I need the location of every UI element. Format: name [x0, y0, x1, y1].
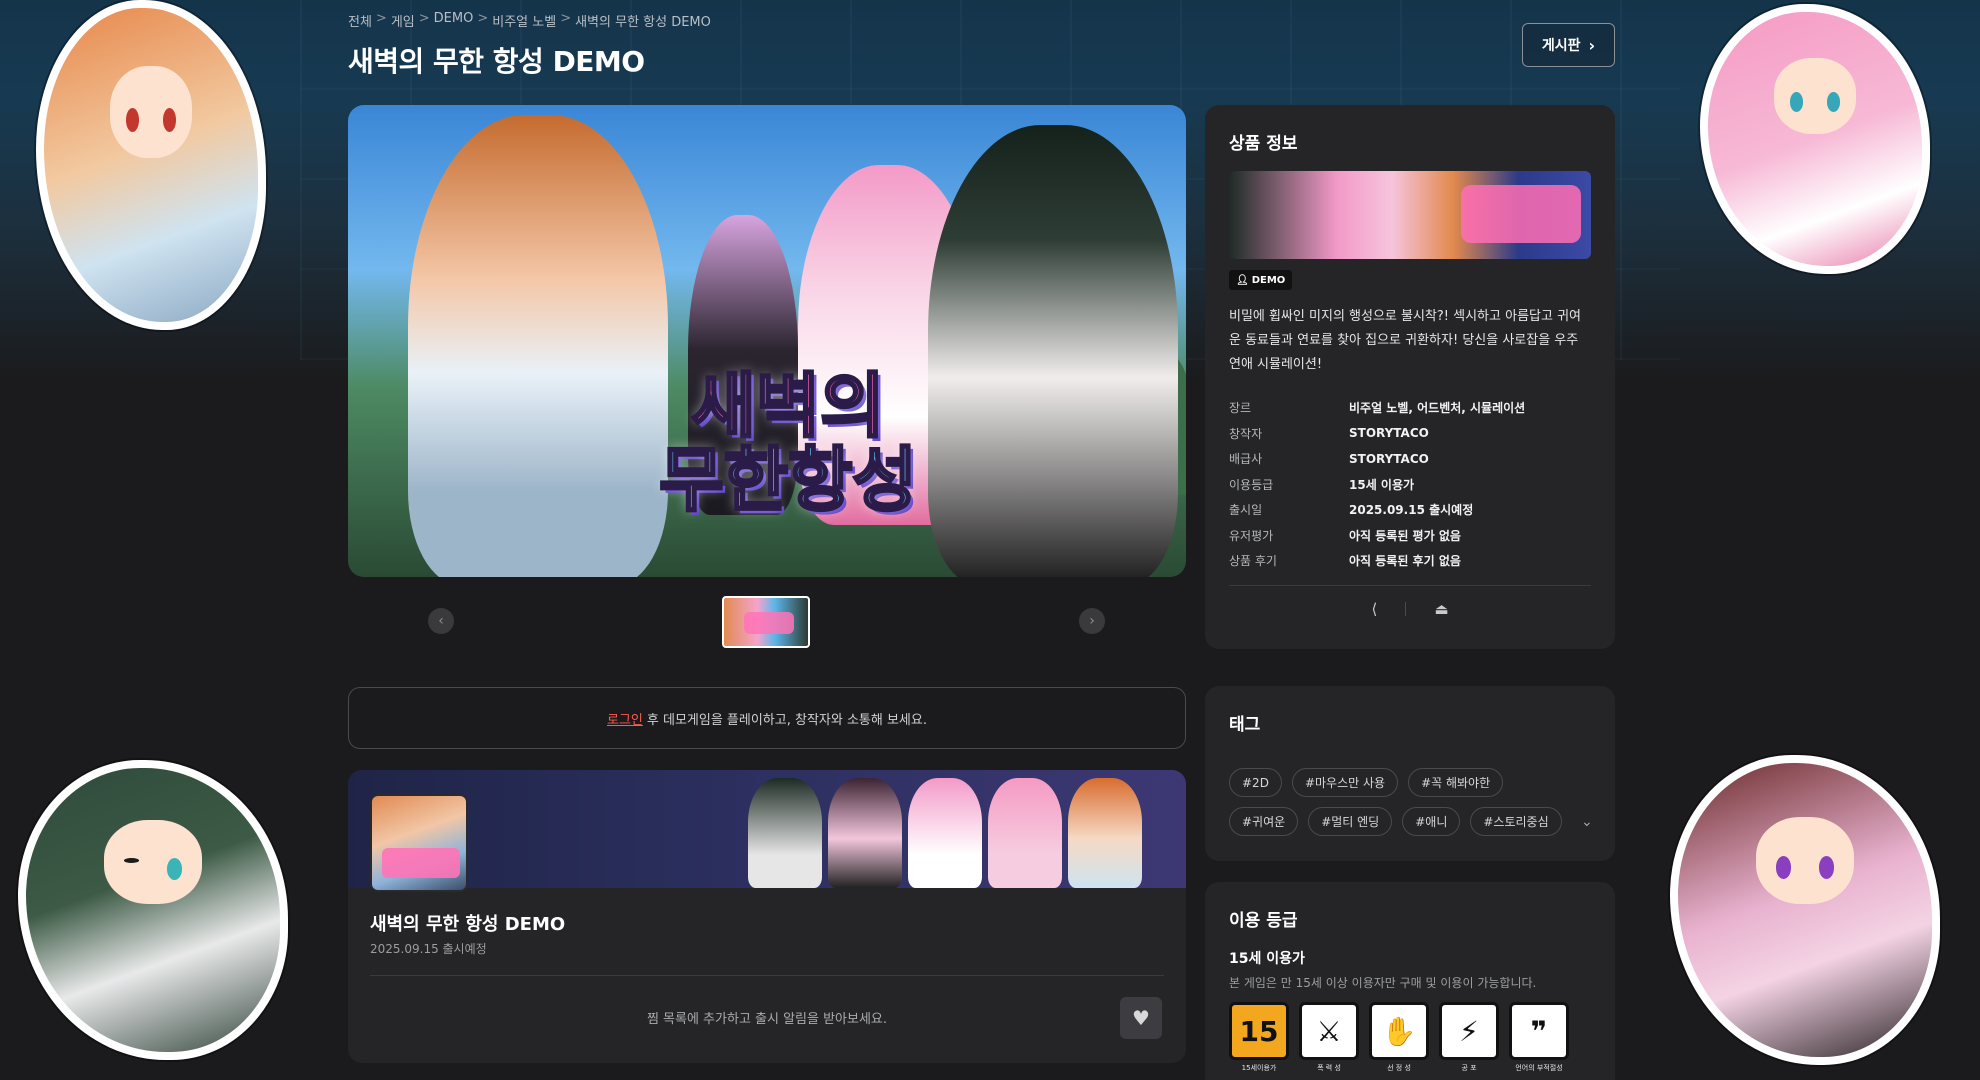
chibi-sticker-pink-hair	[1700, 4, 1930, 274]
tag-chip[interactable]: #애니	[1402, 807, 1461, 836]
product-info-title: 상품 정보	[1229, 134, 1298, 154]
chevron-down-icon[interactable]: ⌄	[1581, 814, 1593, 830]
fear-icon: ⚡ 공 포	[1439, 1002, 1499, 1074]
language-icon: ❞ 언어의 부적절성	[1509, 1002, 1569, 1074]
tag-chip[interactable]: #멀티 엔딩	[1308, 807, 1393, 836]
breadcrumb: 전체 > 게임 > DEMO > 비주얼 노벨 > 새벽의 무한 항성 DEMO	[348, 11, 711, 30]
divider	[1229, 585, 1591, 586]
age-rating-note: 본 게임은 만 15세 이상 이용자만 구매 및 이용이 가능합니다.	[1229, 976, 1537, 990]
wishlist-prompt: 찜 목록에 추가하고 출시 알림을 받아보세요.	[646, 1012, 888, 1027]
chevron-right-icon: ›	[1588, 35, 1596, 55]
product-info-table: 장르 비주얼 노벨, 어드벤처, 시뮬레이션 창작자 STORYTACO 배급사 ST…	[1229, 395, 1591, 574]
gallery-thumbnail[interactable]	[722, 596, 810, 648]
main-key-art-image: 새벽의 무한항성	[348, 105, 1186, 577]
chevron-right-icon: ›	[1089, 613, 1095, 629]
rating-icons: 15 15세이용가 ⚔ 폭 력 성 ✋ 선 정 성 ⚡ 공 포 ❞ 언어의 부적절성	[1229, 1002, 1569, 1074]
wishlist-button[interactable]: ♥	[1120, 997, 1162, 1039]
heart-icon: ♥	[1132, 1006, 1150, 1030]
info-row-publisher: 배급사 STORYTACO	[1229, 451, 1429, 467]
product-info-panel: 상품 정보 👤︎ DEMO 비밀에 휩싸인 미지의 행성으로 불시착?! 섹시하…	[1205, 105, 1615, 649]
gallery-next-button[interactable]: ›	[1079, 608, 1105, 634]
game-cover-image	[370, 794, 468, 892]
divider	[370, 975, 1164, 976]
info-row-release-date: 출시일 2025.09.15 출시예정	[1229, 503, 1474, 518]
age-rating-title: 이용 등급	[1229, 911, 1298, 931]
tag-chip[interactable]: #꼭 해봐야한	[1408, 768, 1504, 797]
chibi-sticker-lilac-hair	[1670, 755, 1940, 1065]
share-icon[interactable]: ⟨	[1371, 600, 1377, 618]
chibi-sticker-orange-hair	[36, 0, 266, 330]
info-row-genre: 장르 비주얼 노벨, 어드벤처, 시뮬레이션	[1229, 401, 1526, 416]
release-banner-strip	[348, 770, 1186, 888]
tag-chip[interactable]: #마우스만 사용	[1291, 768, 1399, 797]
product-description: 비밀에 휩싸인 미지의 행성으로 불시착?! 섹시하고 아름답고 귀여운 동료들…	[1229, 309, 1581, 372]
release-title: 새벽의 무한 항성 DEMO	[370, 914, 566, 935]
chevron-left-icon: ‹	[438, 613, 444, 629]
rating-15-icon: 15 15세이용가	[1229, 1002, 1289, 1074]
release-date: 2025.09.15 출시예정	[370, 942, 487, 956]
breadcrumb-item-game[interactable]: 게임	[391, 11, 415, 30]
tag-chip[interactable]: #스토리중심	[1470, 807, 1562, 836]
age-rating-panel: 이용 등급 15세 이용가 본 게임은 만 15세 이상 이용자만 구매 및 이…	[1205, 882, 1615, 1080]
game-logo-line1: 새벽의	[690, 365, 886, 447]
board-button[interactable]: 게시판 ›	[1522, 23, 1615, 67]
breadcrumb-item-all[interactable]: 전체	[348, 11, 372, 30]
login-notice-text: 후 데모게임을 플레이하고, 창작자와 소통해 보세요.	[646, 712, 927, 728]
info-row-age-rating: 이용등급 15세 이용가	[1229, 477, 1415, 492]
breadcrumb-item-visual-novel[interactable]: 비주얼 노벨	[492, 11, 556, 30]
login-link[interactable]: 로그인	[607, 709, 643, 728]
page-title: 새벽의 무한 항성 DEMO	[348, 45, 645, 78]
product-banner-image	[1229, 171, 1591, 259]
tags-panel: 태그 #2D #마우스만 사용 #꼭 해봐야한 #귀여운 #멀티 엔딩 #애니 …	[1205, 686, 1615, 861]
game-logo-line2: 무한항성	[658, 438, 919, 521]
tag-chip[interactable]: #2D	[1229, 768, 1282, 797]
tags-title: 태그	[1229, 715, 1261, 735]
product-actions: ⟨ ⏏	[1205, 600, 1615, 618]
board-button-label: 게시판	[1541, 38, 1581, 54]
sexual-content-icon: ✋ 선 정 성	[1369, 1002, 1429, 1074]
user-icon: 👤︎	[1236, 274, 1249, 286]
info-row-creator: 창작자 STORYTACO	[1229, 426, 1429, 441]
game-logo: 새벽의 무한항성	[598, 368, 978, 521]
login-notice: 로그인 후 데모게임을 플레이하고, 창작자와 소통해 보세요.	[348, 687, 1186, 749]
demo-badge-label: DEMO	[1251, 274, 1286, 286]
tag-chip[interactable]: #귀여운	[1229, 807, 1299, 836]
breadcrumb-item-demo[interactable]: DEMO	[434, 11, 474, 30]
release-card: 새벽의 무한 항성 DEMO 2025.09.15 출시예정 찜 목록에 추가하…	[348, 770, 1186, 1063]
chibi-sticker-green-hair	[18, 760, 288, 1060]
info-row-reviews: 상품 후기 아직 등록된 후기 없음	[1229, 554, 1461, 569]
info-row-user-rating: 유저평가 아직 등록된 평가 없음	[1229, 528, 1461, 543]
siren-icon[interactable]: ⏏	[1434, 600, 1448, 618]
gallery-prev-button[interactable]: ‹	[428, 608, 454, 634]
breadcrumb-item-current: 새벽의 무한 항성 DEMO	[575, 15, 711, 30]
demo-badge: 👤︎ DEMO	[1229, 270, 1293, 290]
violence-icon: ⚔ 폭 력 성	[1299, 1002, 1359, 1074]
age-rating-label: 15세 이용가	[1229, 951, 1305, 967]
tag-list: #2D #마우스만 사용 #꼭 해봐야한 #귀여운 #멀티 엔딩 #애니 #스토…	[1229, 768, 1569, 836]
